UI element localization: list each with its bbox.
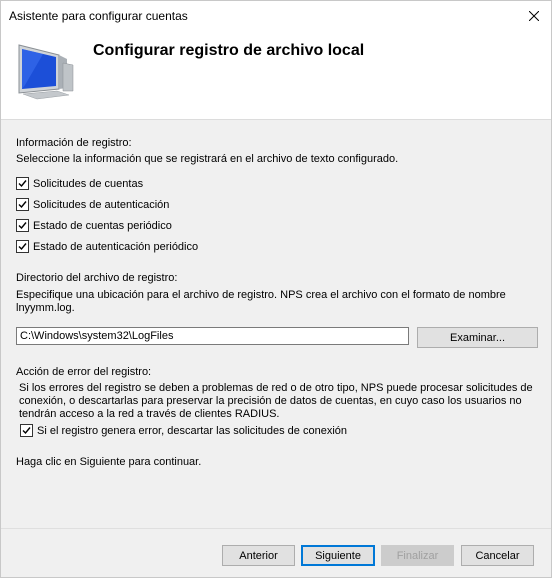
window-title: Asistente para configurar cuentas: [9, 9, 188, 23]
checkbox[interactable]: [16, 240, 29, 253]
directory-description-line1: Especifique una ubicación para el archiv…: [16, 289, 506, 301]
wizard-content: Información de registro: Seleccione la i…: [1, 120, 551, 528]
error-action-description-line3: tendrán acceso a la red a través de clie…: [19, 408, 280, 420]
checkbox-label: Si el registro genera error, descartar l…: [37, 424, 347, 437]
directory-description-line2: lnyymm.log.: [16, 302, 75, 314]
option-authentication-requests[interactable]: Solicitudes de autenticación: [16, 198, 169, 211]
checkmark-icon: [18, 243, 27, 251]
checkbox-label: Solicitudes de cuentas: [33, 177, 144, 190]
footer-divider: [1, 528, 551, 529]
checkbox-label: Solicitudes de autenticación: [33, 198, 170, 211]
checkmark-icon: [22, 427, 31, 435]
option-accounting-requests[interactable]: Solicitudes de cuentas: [16, 177, 143, 190]
page-title: Configurar registro de archivo local: [93, 42, 365, 59]
error-action-heading: Acción de error del registro:: [16, 366, 152, 378]
directory-heading: Directorio del archivo de registro:: [16, 272, 178, 284]
checkbox[interactable]: [16, 198, 29, 211]
checkmark-icon: [18, 180, 27, 188]
back-button[interactable]: Anterior: [222, 545, 295, 566]
wizard-header: Configurar registro de archivo local: [1, 31, 551, 120]
wizard-window: Asistente para configurar cuentas Config…: [0, 0, 552, 578]
checkmark-icon: [18, 222, 27, 230]
error-action-description-line2: conexión, o descartarlas para preservar …: [19, 395, 522, 407]
computer-monitor-icon: [18, 44, 74, 100]
checkbox[interactable]: [16, 219, 29, 232]
option-periodic-accounting-status[interactable]: Estado de cuentas periódico: [16, 219, 172, 232]
close-icon: [529, 11, 539, 21]
checkbox[interactable]: [16, 177, 29, 190]
error-action-description-line1: Si los errores del registro se deben a p…: [19, 382, 533, 394]
checkbox-label: Estado de autenticación periódico: [33, 240, 199, 253]
log-info-description: Seleccione la información que se registr…: [16, 153, 399, 165]
close-button[interactable]: [517, 1, 551, 31]
checkbox[interactable]: [20, 424, 33, 437]
next-button[interactable]: Siguiente: [301, 545, 375, 566]
log-directory-input[interactable]: [16, 327, 409, 345]
option-discard-on-error[interactable]: Si el registro genera error, descartar l…: [20, 424, 347, 437]
finish-button[interactable]: Finalizar: [381, 545, 454, 566]
cancel-button[interactable]: Cancelar: [461, 545, 534, 566]
option-periodic-authentication-status[interactable]: Estado de autenticación periódico: [16, 240, 198, 253]
checkmark-icon: [18, 201, 27, 209]
log-info-heading: Información de registro:: [16, 137, 132, 149]
checkbox-label: Estado de cuentas periódico: [33, 219, 172, 232]
browse-button[interactable]: Examinar...: [417, 327, 538, 348]
continue-instruction: Haga clic en Siguiente para continuar.: [16, 456, 202, 468]
title-bar: Asistente para configurar cuentas: [1, 1, 551, 31]
